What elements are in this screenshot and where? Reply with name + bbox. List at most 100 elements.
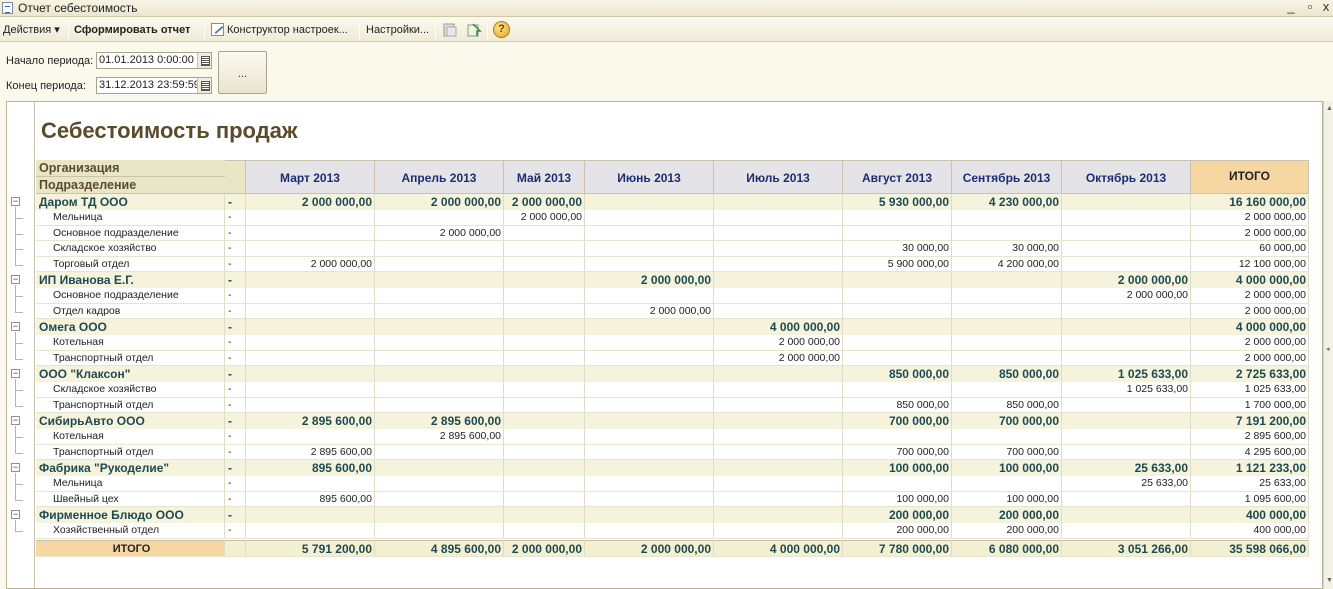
actions-menu[interactable]: Действия ▾ bbox=[3, 22, 60, 38]
value-cell[interactable]: 700 000,00 bbox=[952, 413, 1062, 430]
value-cell[interactable] bbox=[375, 288, 504, 304]
value-cell[interactable] bbox=[375, 319, 504, 336]
value-cell[interactable]: 2 000 000,00 bbox=[1191, 288, 1309, 304]
value-cell[interactable] bbox=[375, 366, 504, 383]
value-cell[interactable] bbox=[246, 429, 375, 445]
value-cell[interactable] bbox=[1062, 194, 1191, 211]
value-cell[interactable] bbox=[1062, 319, 1191, 336]
value-cell[interactable] bbox=[952, 476, 1062, 492]
value-cell[interactable]: 60 000,00 bbox=[1191, 241, 1309, 257]
dept-row[interactable]: Мельница - 25 633,00 25 633,00 bbox=[36, 476, 1309, 492]
value-cell[interactable]: 4 000 000,00 bbox=[714, 539, 843, 557]
value-cell[interactable]: 25 633,00 bbox=[1062, 476, 1191, 492]
dept-row[interactable]: Транспортный отдел -2 895 600,00 700 000,0… bbox=[36, 444, 1309, 460]
collapse-group-icon[interactable]: − bbox=[11, 197, 20, 206]
value-cell[interactable] bbox=[504, 460, 585, 477]
value-cell[interactable] bbox=[585, 241, 714, 257]
value-cell[interactable] bbox=[843, 319, 952, 336]
value-cell[interactable]: 100 000,00 bbox=[843, 460, 952, 477]
value-cell[interactable]: 2 000 000,00 bbox=[1062, 288, 1191, 304]
value-cell[interactable] bbox=[375, 507, 504, 524]
value-cell[interactable]: 35 598 066,00 bbox=[1191, 539, 1309, 557]
value-cell[interactable] bbox=[504, 491, 585, 507]
value-cell[interactable] bbox=[246, 272, 375, 289]
dept-row[interactable]: Складское хозяйство - 30 000,00 30 000,00 60… bbox=[36, 241, 1309, 257]
value-cell[interactable]: 100 000,00 bbox=[952, 491, 1062, 507]
value-cell[interactable] bbox=[375, 382, 504, 398]
value-cell[interactable] bbox=[504, 413, 585, 430]
value-cell[interactable] bbox=[246, 288, 375, 304]
value-cell[interactable] bbox=[714, 382, 843, 398]
value-cell[interactable] bbox=[714, 491, 843, 507]
org-row[interactable]: ООО "Клаксон" -850 000,00 850 000,00 1 025 … bbox=[36, 366, 1309, 383]
value-cell[interactable] bbox=[504, 429, 585, 445]
value-cell[interactable] bbox=[375, 272, 504, 289]
value-cell[interactable]: 5 791 200,00 bbox=[246, 539, 375, 557]
collapse-group-icon[interactable]: − bbox=[11, 416, 20, 425]
report-spreadsheet[interactable]: Себестоимость продаж Организация Подразд… bbox=[6, 101, 1323, 589]
value-cell[interactable]: 2 000 000,00 bbox=[504, 194, 585, 211]
value-cell[interactable] bbox=[714, 241, 843, 257]
dept-row[interactable]: Котельная - 2 895 600,00 2 895 600,00 bbox=[36, 429, 1309, 445]
value-cell[interactable] bbox=[843, 429, 952, 445]
value-cell[interactable]: 400 000,00 bbox=[1191, 507, 1309, 524]
value-cell[interactable] bbox=[714, 476, 843, 492]
value-cell[interactable] bbox=[375, 444, 504, 460]
value-cell[interactable] bbox=[952, 210, 1062, 226]
value-cell[interactable]: 1 025 633,00 bbox=[1062, 366, 1191, 383]
save-settings-icon[interactable] bbox=[442, 22, 458, 38]
scroll-down-icon[interactable]: ▼ bbox=[1326, 577, 1333, 584]
value-cell[interactable]: 2 000 000,00 bbox=[1191, 350, 1309, 366]
settings-button[interactable]: Настройки... bbox=[366, 22, 429, 38]
value-cell[interactable] bbox=[246, 210, 375, 226]
value-cell[interactable] bbox=[375, 460, 504, 477]
value-cell[interactable] bbox=[246, 507, 375, 524]
value-cell[interactable]: 1 025 633,00 bbox=[1062, 382, 1191, 398]
restore-button[interactable]: ▫ bbox=[1302, 0, 1318, 16]
value-cell[interactable] bbox=[714, 523, 843, 539]
value-cell[interactable] bbox=[246, 241, 375, 257]
value-cell[interactable]: 25 633,00 bbox=[1191, 476, 1309, 492]
value-cell[interactable] bbox=[1062, 256, 1191, 272]
value-cell[interactable] bbox=[375, 241, 504, 257]
value-cell[interactable] bbox=[504, 507, 585, 524]
value-cell[interactable] bbox=[843, 476, 952, 492]
value-cell[interactable]: 3 051 266,00 bbox=[1062, 539, 1191, 557]
value-cell[interactable] bbox=[585, 288, 714, 304]
value-cell[interactable] bbox=[504, 225, 585, 241]
dept-row[interactable]: Основное подразделение - 2 000 000,00 2 000… bbox=[36, 225, 1309, 241]
value-cell[interactable]: 1 700 000,00 bbox=[1191, 397, 1309, 413]
value-cell[interactable] bbox=[1062, 523, 1191, 539]
value-cell[interactable] bbox=[585, 350, 714, 366]
dept-row[interactable]: Складское хозяйство - 1 025 633,00 1 025 63… bbox=[36, 382, 1309, 398]
value-cell[interactable] bbox=[952, 225, 1062, 241]
value-cell[interactable]: 2 000 000,00 bbox=[585, 272, 714, 289]
value-cell[interactable]: 2 000 000,00 bbox=[246, 194, 375, 211]
value-cell[interactable]: 7 191 200,00 bbox=[1191, 413, 1309, 430]
value-cell[interactable]: 2 895 600,00 bbox=[246, 413, 375, 430]
value-cell[interactable]: 5 900 000,00 bbox=[843, 256, 952, 272]
collapse-group-icon[interactable]: − bbox=[11, 369, 20, 378]
value-cell[interactable]: 4 230 000,00 bbox=[952, 194, 1062, 211]
value-cell[interactable] bbox=[714, 429, 843, 445]
value-cell[interactable] bbox=[585, 210, 714, 226]
value-cell[interactable] bbox=[246, 476, 375, 492]
value-cell[interactable] bbox=[952, 350, 1062, 366]
value-cell[interactable] bbox=[504, 523, 585, 539]
value-cell[interactable]: 2 000 000,00 bbox=[585, 539, 714, 557]
value-cell[interactable]: 895 600,00 bbox=[246, 460, 375, 477]
select-period-button[interactable]: ... bbox=[218, 51, 267, 94]
value-cell[interactable] bbox=[843, 382, 952, 398]
collapse-group-icon[interactable]: − bbox=[11, 510, 20, 519]
value-cell[interactable]: 2 000 000,00 bbox=[1062, 272, 1191, 289]
dept-row[interactable]: Транспортный отдел - 850 000,00 850 000,00 1… bbox=[36, 397, 1309, 413]
close-button[interactable]: x bbox=[1318, 0, 1333, 16]
value-cell[interactable] bbox=[375, 335, 504, 351]
collapse-group-icon[interactable]: − bbox=[11, 322, 20, 331]
value-cell[interactable] bbox=[843, 272, 952, 289]
value-cell[interactable] bbox=[714, 225, 843, 241]
value-cell[interactable] bbox=[952, 382, 1062, 398]
value-cell[interactable]: 2 895 600,00 bbox=[1191, 429, 1309, 445]
value-cell[interactable] bbox=[714, 413, 843, 430]
value-cell[interactable] bbox=[585, 256, 714, 272]
